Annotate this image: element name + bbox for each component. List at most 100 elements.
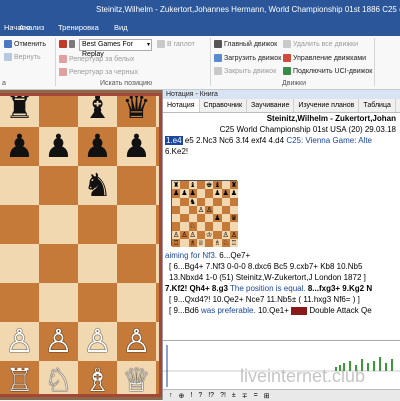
tab-reference[interactable]: Справочник: [200, 99, 248, 112]
move[interactable]: 7.Kf2! Qh4+ 8.g3: [165, 284, 228, 293]
tab-bl[interactable]: Бл: [396, 99, 400, 112]
board-square[interactable]: [39, 244, 78, 283]
diagram-piece: ♟: [189, 189, 196, 198]
close-engine-button[interactable]: Закрыть движок: [214, 67, 276, 75]
diagram-square: [172, 205, 181, 214]
chess-piece[interactable]: ♕: [117, 361, 156, 394]
chess-piece[interactable]: ♙: [39, 322, 78, 361]
chess-piece[interactable]: ♟: [39, 127, 78, 166]
annotate-plus-button[interactable]: ⊕: [179, 392, 185, 400]
move[interactable]: 3.f4: [236, 136, 249, 145]
move[interactable]: 2.Nc3: [196, 136, 217, 145]
variation-line[interactable]: [ 9...Qxd4?! 10.Qe2+ Nce7 11.Nb5± ( 11.h…: [163, 294, 400, 305]
annotate-bad-button[interactable]: ?: [198, 392, 202, 399]
chess-piece[interactable]: ♟: [117, 127, 156, 166]
board-square[interactable]: [78, 205, 117, 244]
engine-management-icon: [283, 54, 291, 62]
in-library-button[interactable]: В гаплот: [157, 40, 195, 48]
board-square[interactable]: [78, 244, 117, 283]
reference-book-combo[interactable]: Best Games For Replay ▾: [79, 39, 152, 58]
board-square[interactable]: [117, 244, 156, 283]
board-square[interactable]: [39, 205, 78, 244]
eval-bar: [373, 361, 375, 371]
variation-line[interactable]: 13.Nbxd4 1-0 (51) Steinitz,W-Zukertort,J…: [163, 272, 400, 283]
annotate-arrow-button[interactable]: ↑: [169, 392, 173, 399]
chess-piece[interactable]: ♟: [0, 127, 39, 166]
board-square[interactable]: [0, 283, 39, 322]
board-square[interactable]: [0, 244, 39, 283]
chess-piece[interactable]: ♛: [117, 96, 156, 127]
chess-piece[interactable]: ♗: [78, 361, 117, 394]
tab-analysis[interactable]: Анализ: [19, 23, 44, 32]
move-line-2[interactable]: 6.Ke2!: [163, 146, 400, 157]
repertoire-white-button[interactable]: Репертуар за белых: [59, 55, 134, 63]
eval-bar: [385, 363, 387, 371]
chess-piece[interactable]: ♞: [78, 166, 117, 205]
repertoire-black-button[interactable]: Репертуар за черных: [59, 68, 138, 76]
undo-button[interactable]: Отменить: [4, 40, 46, 48]
tab-notation[interactable]: Нотация: [163, 99, 200, 112]
flag-icon-button[interactable]: [69, 40, 75, 48]
search-group-label: Искать позицию: [100, 80, 153, 87]
load-engine-icon: [214, 54, 222, 62]
annotate-more-button[interactable]: ⊞: [264, 392, 270, 400]
chess-piece[interactable]: ♘: [39, 361, 78, 394]
diagram-square: [172, 222, 181, 231]
diagram-square: [172, 197, 181, 206]
chess-piece[interactable]: ♝: [78, 96, 117, 127]
chess-piece[interactable]: ♙: [78, 322, 117, 361]
annotate-equal-button[interactable]: =: [254, 392, 258, 399]
delete-all-engines-button[interactable]: Удалить все движки: [283, 40, 358, 48]
chess-piece[interactable]: ♜: [0, 96, 39, 127]
variation-line[interactable]: [ 6...Bg4+ 7.Nf3 0-0-0 8.dxc6 Bc5 9.cxb7…: [163, 261, 400, 272]
tab-view[interactable]: Вид: [114, 23, 128, 32]
chess-piece[interactable]: ♖: [0, 361, 39, 394]
tab-plans[interactable]: Изучение планов: [294, 99, 360, 112]
double-attack-icon: [291, 306, 308, 315]
move[interactable]: Nc6: [219, 136, 233, 145]
board-square[interactable]: [117, 283, 156, 322]
move[interactable]: 6...Qe7+: [219, 251, 250, 260]
move[interactable]: 10.Qe1+: [258, 306, 289, 315]
diagram-piece: ♜: [230, 181, 238, 189]
move[interactable]: 4.d4: [269, 136, 285, 145]
board-square[interactable]: [0, 166, 39, 205]
main-engine-button[interactable]: Главный движок: [214, 40, 277, 48]
diagram-piece: ♘: [189, 222, 196, 231]
annotate-dubious-button[interactable]: ?!: [220, 392, 226, 399]
chess-piece[interactable]: ♙: [0, 322, 39, 361]
annotate-black-better-button[interactable]: ∓: [242, 392, 248, 400]
annotate-white-better-button[interactable]: ±: [232, 392, 236, 399]
tab-training[interactable]: Тренировка: [58, 23, 99, 32]
chessboard[interactable]: ♜♝♛♚♟♟♟♟♞♙♙♙♙♖♘♗♕♔: [0, 93, 162, 397]
board-square[interactable]: [78, 283, 117, 322]
board-square[interactable]: [39, 96, 78, 127]
chess-piece[interactable]: ♙: [117, 322, 156, 361]
board-square[interactable]: [117, 205, 156, 244]
tab-table[interactable]: Таблица: [359, 99, 396, 112]
move[interactable]: 8...fxg3+ 9.Kg2 N: [308, 284, 372, 293]
undo-icon: [4, 40, 12, 48]
tab-memorize[interactable]: Заучивание: [247, 99, 295, 112]
current-move[interactable]: 1.e4: [165, 136, 183, 145]
diagram-piece: ♜: [172, 181, 180, 189]
diagram-square: [188, 205, 197, 214]
edit-group-label: а: [2, 80, 6, 87]
annotate-good-button[interactable]: !: [190, 392, 192, 399]
engine-management-button[interactable]: Управление движками: [283, 54, 366, 62]
move[interactable]: exf4: [251, 136, 266, 145]
move[interactable]: [ 9...Bd6: [169, 306, 199, 315]
board-square[interactable]: [0, 205, 39, 244]
annotate-interesting-button[interactable]: !?: [208, 392, 214, 399]
load-engine-button[interactable]: Загрузить движок: [214, 54, 281, 62]
move[interactable]: Qe: [361, 306, 372, 315]
board-square[interactable]: [39, 166, 78, 205]
uci-connect-button[interactable]: Подключить UCI-движок: [283, 67, 372, 75]
board-square[interactable]: [117, 166, 156, 205]
ribbon-tab-bar: Начало Анализ Тренировка Вид: [0, 20, 400, 36]
move[interactable]: e5: [185, 136, 194, 145]
board-square[interactable]: [39, 283, 78, 322]
book-icon-button[interactable]: [59, 40, 67, 48]
redo-button[interactable]: Вернуть: [4, 53, 41, 61]
chess-piece[interactable]: ♟: [78, 127, 117, 166]
